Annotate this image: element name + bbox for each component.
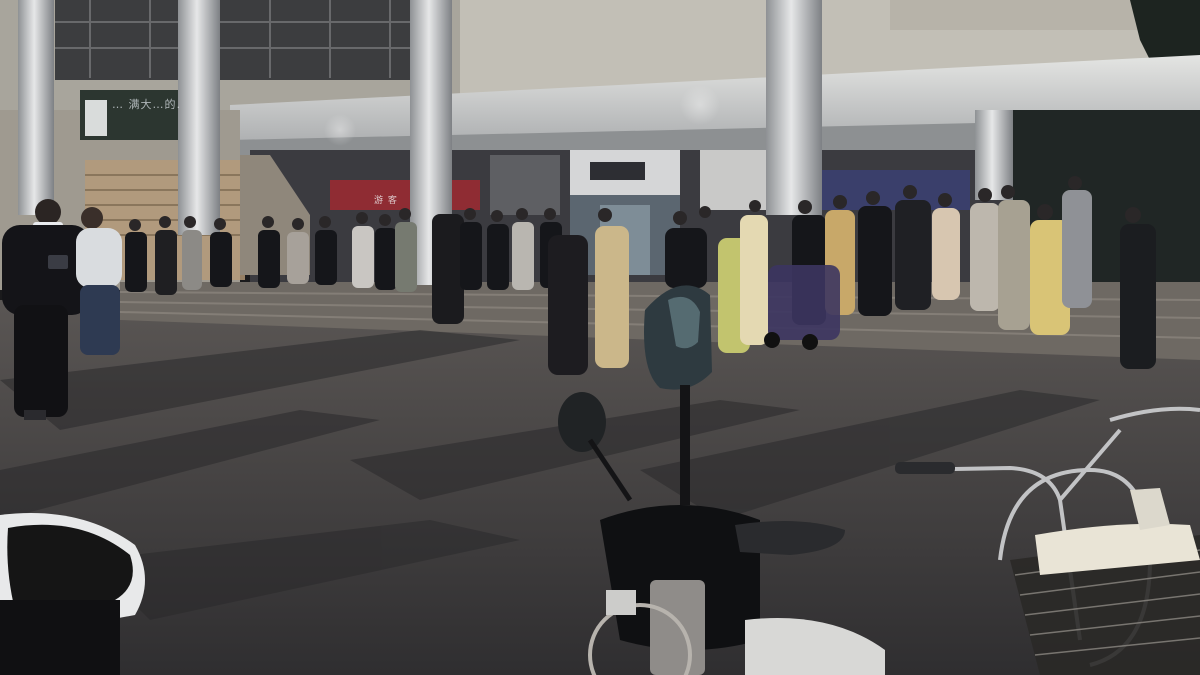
- person-white-hoodie: [76, 228, 122, 288]
- red-sign-text: 游 客: [374, 196, 398, 206]
- scene-illustration: [0, 0, 1200, 675]
- photo-scene: … 满大…的…争是… 游 客: [0, 0, 1200, 675]
- person-dark-jacket: [548, 235, 588, 375]
- left-banner-text: … 满大…的…争是…: [112, 98, 180, 111]
- stroller: [768, 265, 840, 340]
- person-right-dark: [1120, 224, 1156, 369]
- person-black-coat: [432, 214, 464, 324]
- upper-window-grid: [55, 0, 415, 80]
- red-sign: [330, 180, 480, 210]
- person-beige-coat: [595, 226, 629, 368]
